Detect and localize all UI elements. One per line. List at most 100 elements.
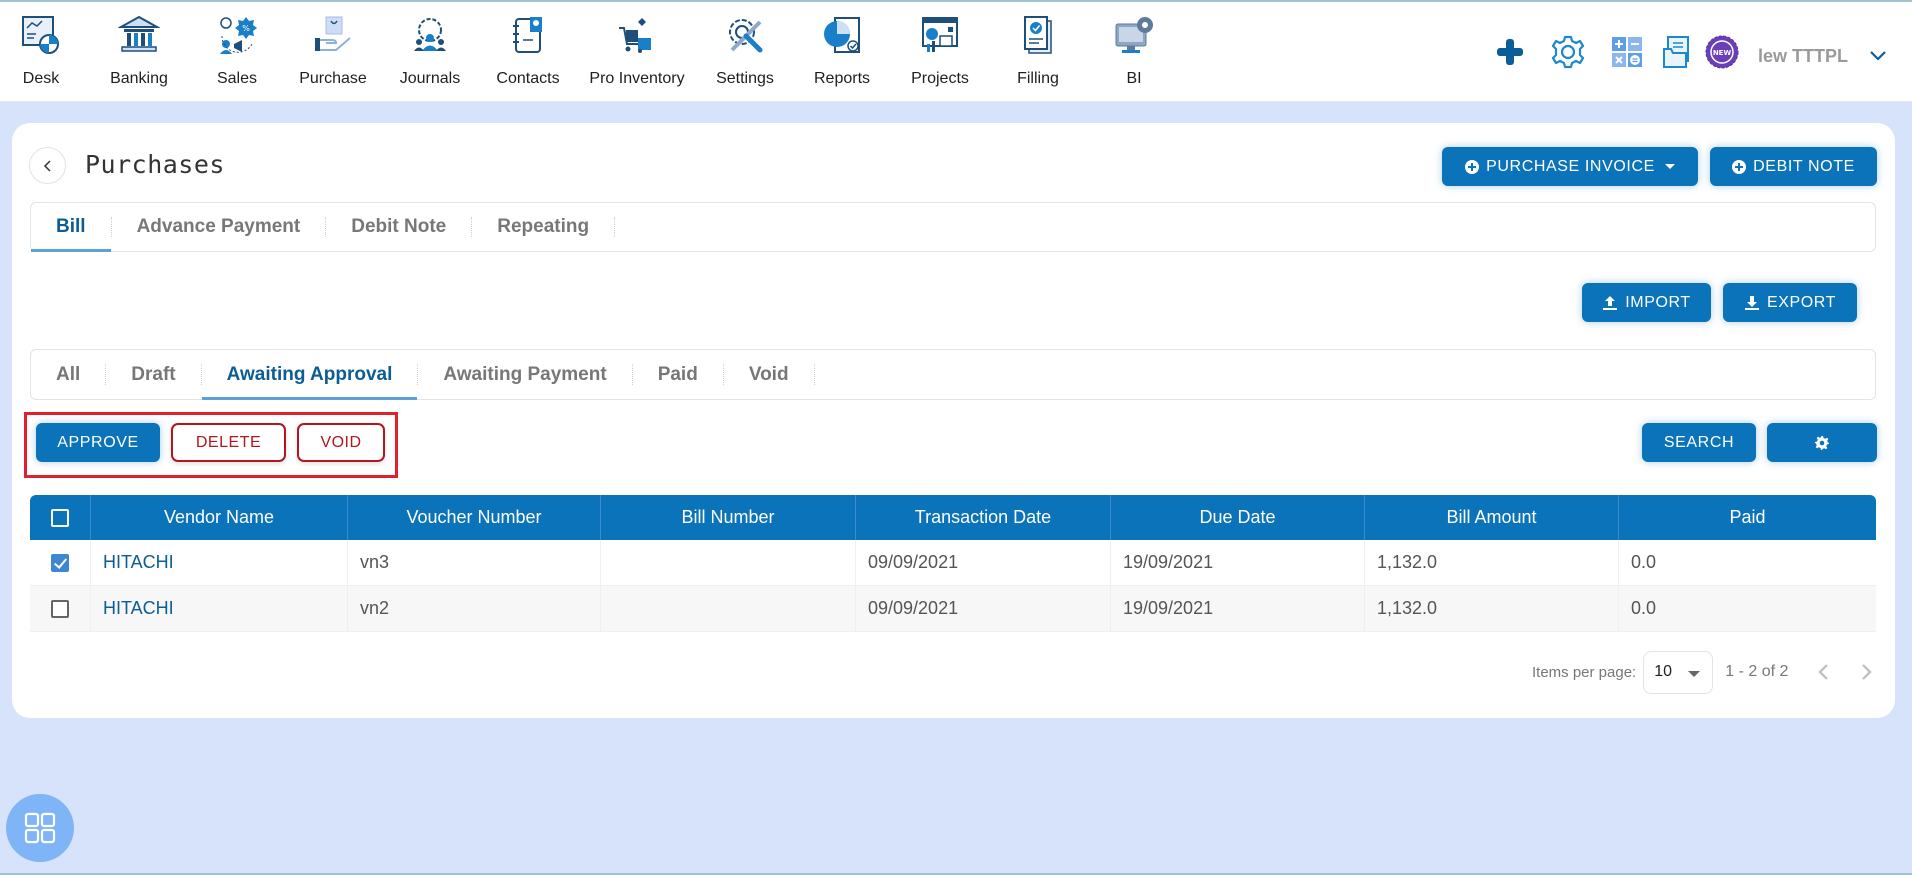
tab-void[interactable]: Void <box>724 350 814 399</box>
bill-amount-cell: 1,132.0 <box>1365 586 1619 631</box>
nav-banking[interactable]: Banking <box>84 12 194 94</box>
void-label: VOID <box>320 433 362 451</box>
purchase-icon <box>310 12 356 58</box>
voucher-number-cell: vn3 <box>348 540 601 585</box>
tab-awaiting-approval[interactable]: Awaiting Approval <box>201 350 418 400</box>
nav-purchase-label: Purchase <box>299 70 367 87</box>
nav-journals-label: Journals <box>399 70 461 87</box>
user-account-name[interactable]: lew TTTPL <box>1758 46 1848 67</box>
items-per-page-value: 10 <box>1654 663 1673 680</box>
table-settings-button[interactable] <box>1767 423 1877 462</box>
nav-desk[interactable]: Desk <box>0 12 96 94</box>
nav-pro-inventory[interactable]: Pro Inventory <box>582 12 692 94</box>
row-checkbox[interactable] <box>51 553 69 572</box>
projects-icon <box>917 12 963 58</box>
bill-amount-cell: 1,132.0 <box>1365 540 1619 585</box>
approve-button[interactable]: APPROVE <box>36 423 160 462</box>
nav-projects[interactable]: Projects <box>885 12 995 94</box>
svg-text:NEW: NEW <box>1713 49 1732 57</box>
tab-advance-payment[interactable]: Advance Payment <box>112 203 326 251</box>
void-button[interactable]: VOID <box>297 423 385 462</box>
quick-add-button[interactable] <box>1492 34 1528 70</box>
nav-bi[interactable]: BI <box>1079 12 1189 94</box>
apps-launcher-button[interactable] <box>6 794 74 862</box>
bank-icon <box>116 12 162 58</box>
previous-page-button[interactable] <box>1810 658 1838 686</box>
tab-advance-payment-label: Advance Payment <box>136 216 301 237</box>
nav-reports[interactable]: Reports <box>787 12 897 94</box>
tab-awaiting-payment[interactable]: Awaiting Payment <box>418 350 631 399</box>
tab-all-label: All <box>56 363 81 385</box>
gear-icon <box>1551 35 1585 69</box>
tab-repeating[interactable]: Repeating <box>472 203 614 251</box>
download-icon <box>1744 295 1759 310</box>
items-per-page-select[interactable]: 10 <box>1643 650 1714 694</box>
purchase-invoice-button[interactable]: PURCHASE INVOICE <box>1442 147 1698 186</box>
calculator-button[interactable] <box>1609 34 1645 70</box>
documents-button[interactable] <box>1659 34 1695 70</box>
table-row[interactable]: HITACHI vn2 09/09/2021 19/09/2021 1,132.… <box>30 586 1876 632</box>
contacts-icon <box>505 12 551 58</box>
row-checkbox[interactable] <box>51 599 69 618</box>
tab-draft[interactable]: Draft <box>106 350 200 399</box>
whats-new-button[interactable]: NEW <box>1704 34 1740 70</box>
export-button[interactable]: EXPORT <box>1723 283 1857 322</box>
tab-debit-note-label: Debit Note <box>351 216 447 237</box>
paid-cell: 0.0 <box>1631 552 1657 572</box>
import-button[interactable]: IMPORT <box>1582 283 1711 322</box>
tab-awaiting-payment-label: Awaiting Payment <box>443 363 607 385</box>
bills-table: Vendor Name Voucher Number Bill Number T… <box>30 495 1876 632</box>
nav-purchase[interactable]: Purchase <box>278 12 388 94</box>
import-label: IMPORT <box>1625 293 1691 311</box>
vendor-name-cell[interactable]: HITACHI <box>91 586 348 631</box>
filling-icon <box>1015 12 1061 58</box>
column-header[interactable]: Due Date <box>1111 495 1365 540</box>
grid-icon <box>24 812 56 844</box>
vendor-name-cell[interactable]: HITACHI <box>91 540 348 585</box>
paid-cell: 0.0 <box>1631 598 1657 618</box>
settings-icon <box>722 12 768 58</box>
debit-note-button[interactable]: DEBIT NOTE <box>1710 147 1877 186</box>
column-header[interactable]: Paid <box>1619 495 1876 540</box>
settings-button[interactable] <box>1550 34 1586 70</box>
tab-debit-note[interactable]: Debit Note <box>326 203 471 251</box>
nav-contacts[interactable]: Contacts <box>473 12 583 94</box>
delete-button[interactable]: DELETE <box>171 423 286 462</box>
chevron-down-icon[interactable] <box>1866 44 1890 68</box>
tab-bill[interactable]: Bill <box>31 203 111 252</box>
nav-sales[interactable]: % Sales <box>182 12 292 94</box>
nav-contacts-label: Contacts <box>496 70 560 87</box>
search-button[interactable]: SEARCH <box>1642 423 1756 462</box>
nav-sales-label: Sales <box>216 70 258 87</box>
nav-reports-label: Reports <box>813 70 871 87</box>
column-header[interactable]: Voucher Number <box>348 495 601 540</box>
tab-repeating-label: Repeating <box>497 216 590 237</box>
delete-label: DELETE <box>195 433 262 451</box>
nav-settings-label: Settings <box>716 70 774 87</box>
row-select-cell <box>30 586 91 631</box>
bill-number-cell <box>601 586 856 631</box>
column-header[interactable]: Vendor Name <box>91 495 348 540</box>
top-navigation-bar: Desk Banking % Sales Purchase Journals C… <box>0 0 1912 102</box>
nav-settings[interactable]: Settings <box>690 12 800 94</box>
tab-divider <box>614 217 616 237</box>
next-page-button[interactable] <box>1852 658 1880 686</box>
back-button[interactable] <box>29 147 66 184</box>
reports-icon <box>819 12 865 58</box>
nav-desk-label: Desk <box>22 70 60 87</box>
tab-paid-label: Paid <box>657 363 698 385</box>
tab-all[interactable]: All <box>31 350 105 399</box>
tab-bill-label: Bill <box>56 216 86 237</box>
column-header[interactable]: Bill Number <box>601 495 856 540</box>
tab-paid[interactable]: Paid <box>633 350 723 399</box>
nav-filling-label: Filling <box>1017 70 1059 87</box>
column-header[interactable]: Transaction Date <box>856 495 1111 540</box>
select-all-checkbox[interactable] <box>51 508 69 527</box>
nav-filling[interactable]: Filling <box>983 12 1093 94</box>
bill-type-tabs: Bill Advance Payment Debit Note Repeatin… <box>30 202 1876 252</box>
nav-journals[interactable]: Journals <box>375 12 485 94</box>
table-row[interactable]: HITACHI vn3 09/09/2021 19/09/2021 1,132.… <box>30 540 1876 586</box>
nav-pro-inventory-label: Pro Inventory <box>589 70 685 87</box>
column-header[interactable]: Bill Amount <box>1365 495 1619 540</box>
items-per-page-label: Items per page: <box>1532 663 1637 681</box>
